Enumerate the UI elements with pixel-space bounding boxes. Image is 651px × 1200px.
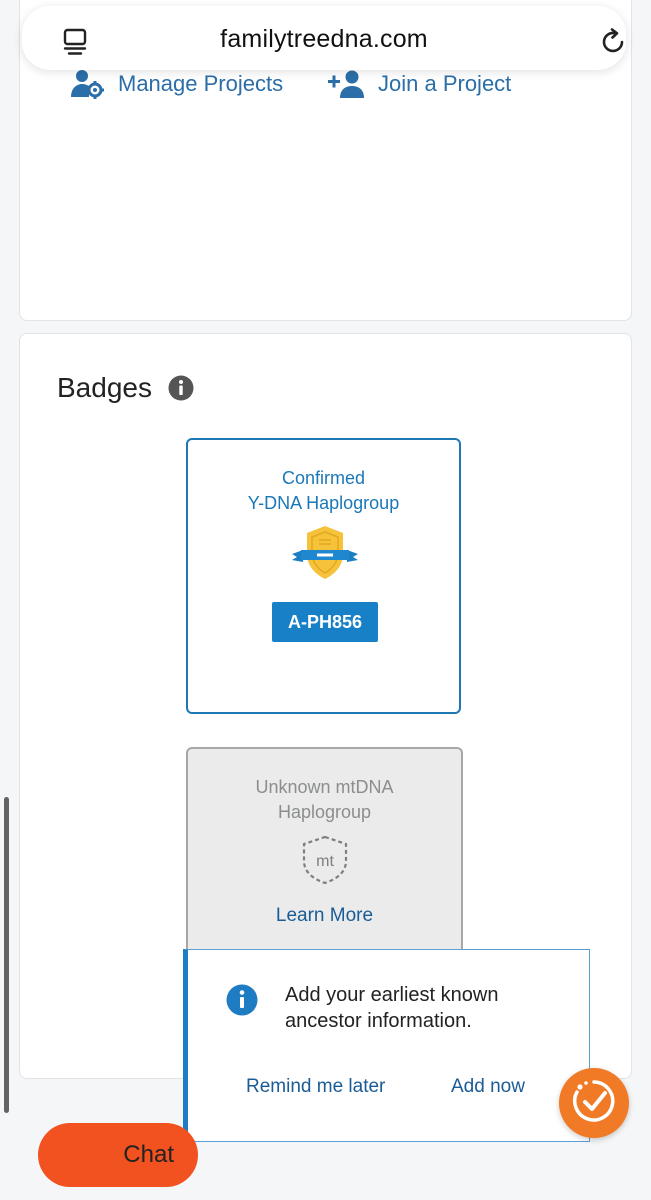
info-circle-icon bbox=[226, 984, 258, 1021]
checklist-fab[interactable] bbox=[559, 1068, 629, 1138]
popup-message: Add your earliest known ancestor informa… bbox=[285, 984, 499, 1032]
unknown-title-line2: Haplogroup bbox=[277, 802, 372, 822]
learn-more-link[interactable]: Learn More bbox=[188, 905, 461, 927]
remind-later-button[interactable]: Remind me later bbox=[246, 1076, 385, 1098]
gold-shield-icon bbox=[289, 524, 361, 585]
manage-projects-link[interactable]: Manage Projects bbox=[70, 69, 283, 99]
join-project-link[interactable]: Join a Project bbox=[328, 69, 511, 99]
mt-shield-icon: mt bbox=[299, 835, 351, 890]
confirmed-badge-title: Confirmed Y-DNA Haplogroup bbox=[188, 466, 459, 516]
chat-button[interactable]: Chat bbox=[38, 1123, 198, 1187]
manage-projects-label: Manage Projects bbox=[118, 71, 284, 96]
info-icon[interactable] bbox=[168, 375, 194, 406]
chat-label: Chat bbox=[123, 1141, 174, 1168]
browser-url-bar[interactable]: familytreedna.com bbox=[22, 6, 626, 70]
confirmed-title-line1: Confirmed bbox=[281, 468, 366, 488]
unknown-title-line1: Unknown mtDNA bbox=[255, 777, 394, 797]
confirmed-ydna-badge[interactable]: Confirmed Y-DNA Haplogroup A-PH856 bbox=[186, 438, 461, 714]
unknown-badge-title: Unknown mtDNA Haplogroup bbox=[188, 775, 461, 825]
ancestor-prompt-popup: Add your earliest known ancestor informa… bbox=[183, 949, 590, 1142]
confirmed-title-line2: Y-DNA Haplogroup bbox=[247, 493, 400, 513]
reload-icon[interactable] bbox=[600, 28, 628, 61]
check-badge-icon bbox=[571, 1078, 617, 1129]
page: Manage Projects Join a Project Badges Co… bbox=[0, 0, 651, 1200]
join-project-label: Join a Project bbox=[378, 71, 512, 96]
add-now-button[interactable]: Add now bbox=[451, 1076, 525, 1098]
user-gear-icon bbox=[70, 69, 104, 99]
add-user-icon bbox=[328, 70, 364, 98]
scrollbar-thumb[interactable] bbox=[4, 797, 9, 1113]
url-text: familytreedna.com bbox=[220, 25, 428, 53]
mt-icon-label: mt bbox=[316, 853, 334, 870]
unknown-mtdna-badge[interactable]: Unknown mtDNA Haplogroup mt Learn More bbox=[186, 747, 463, 962]
badges-heading: Badges bbox=[57, 372, 152, 403]
haplogroup-chip[interactable]: A-PH856 bbox=[272, 602, 378, 642]
